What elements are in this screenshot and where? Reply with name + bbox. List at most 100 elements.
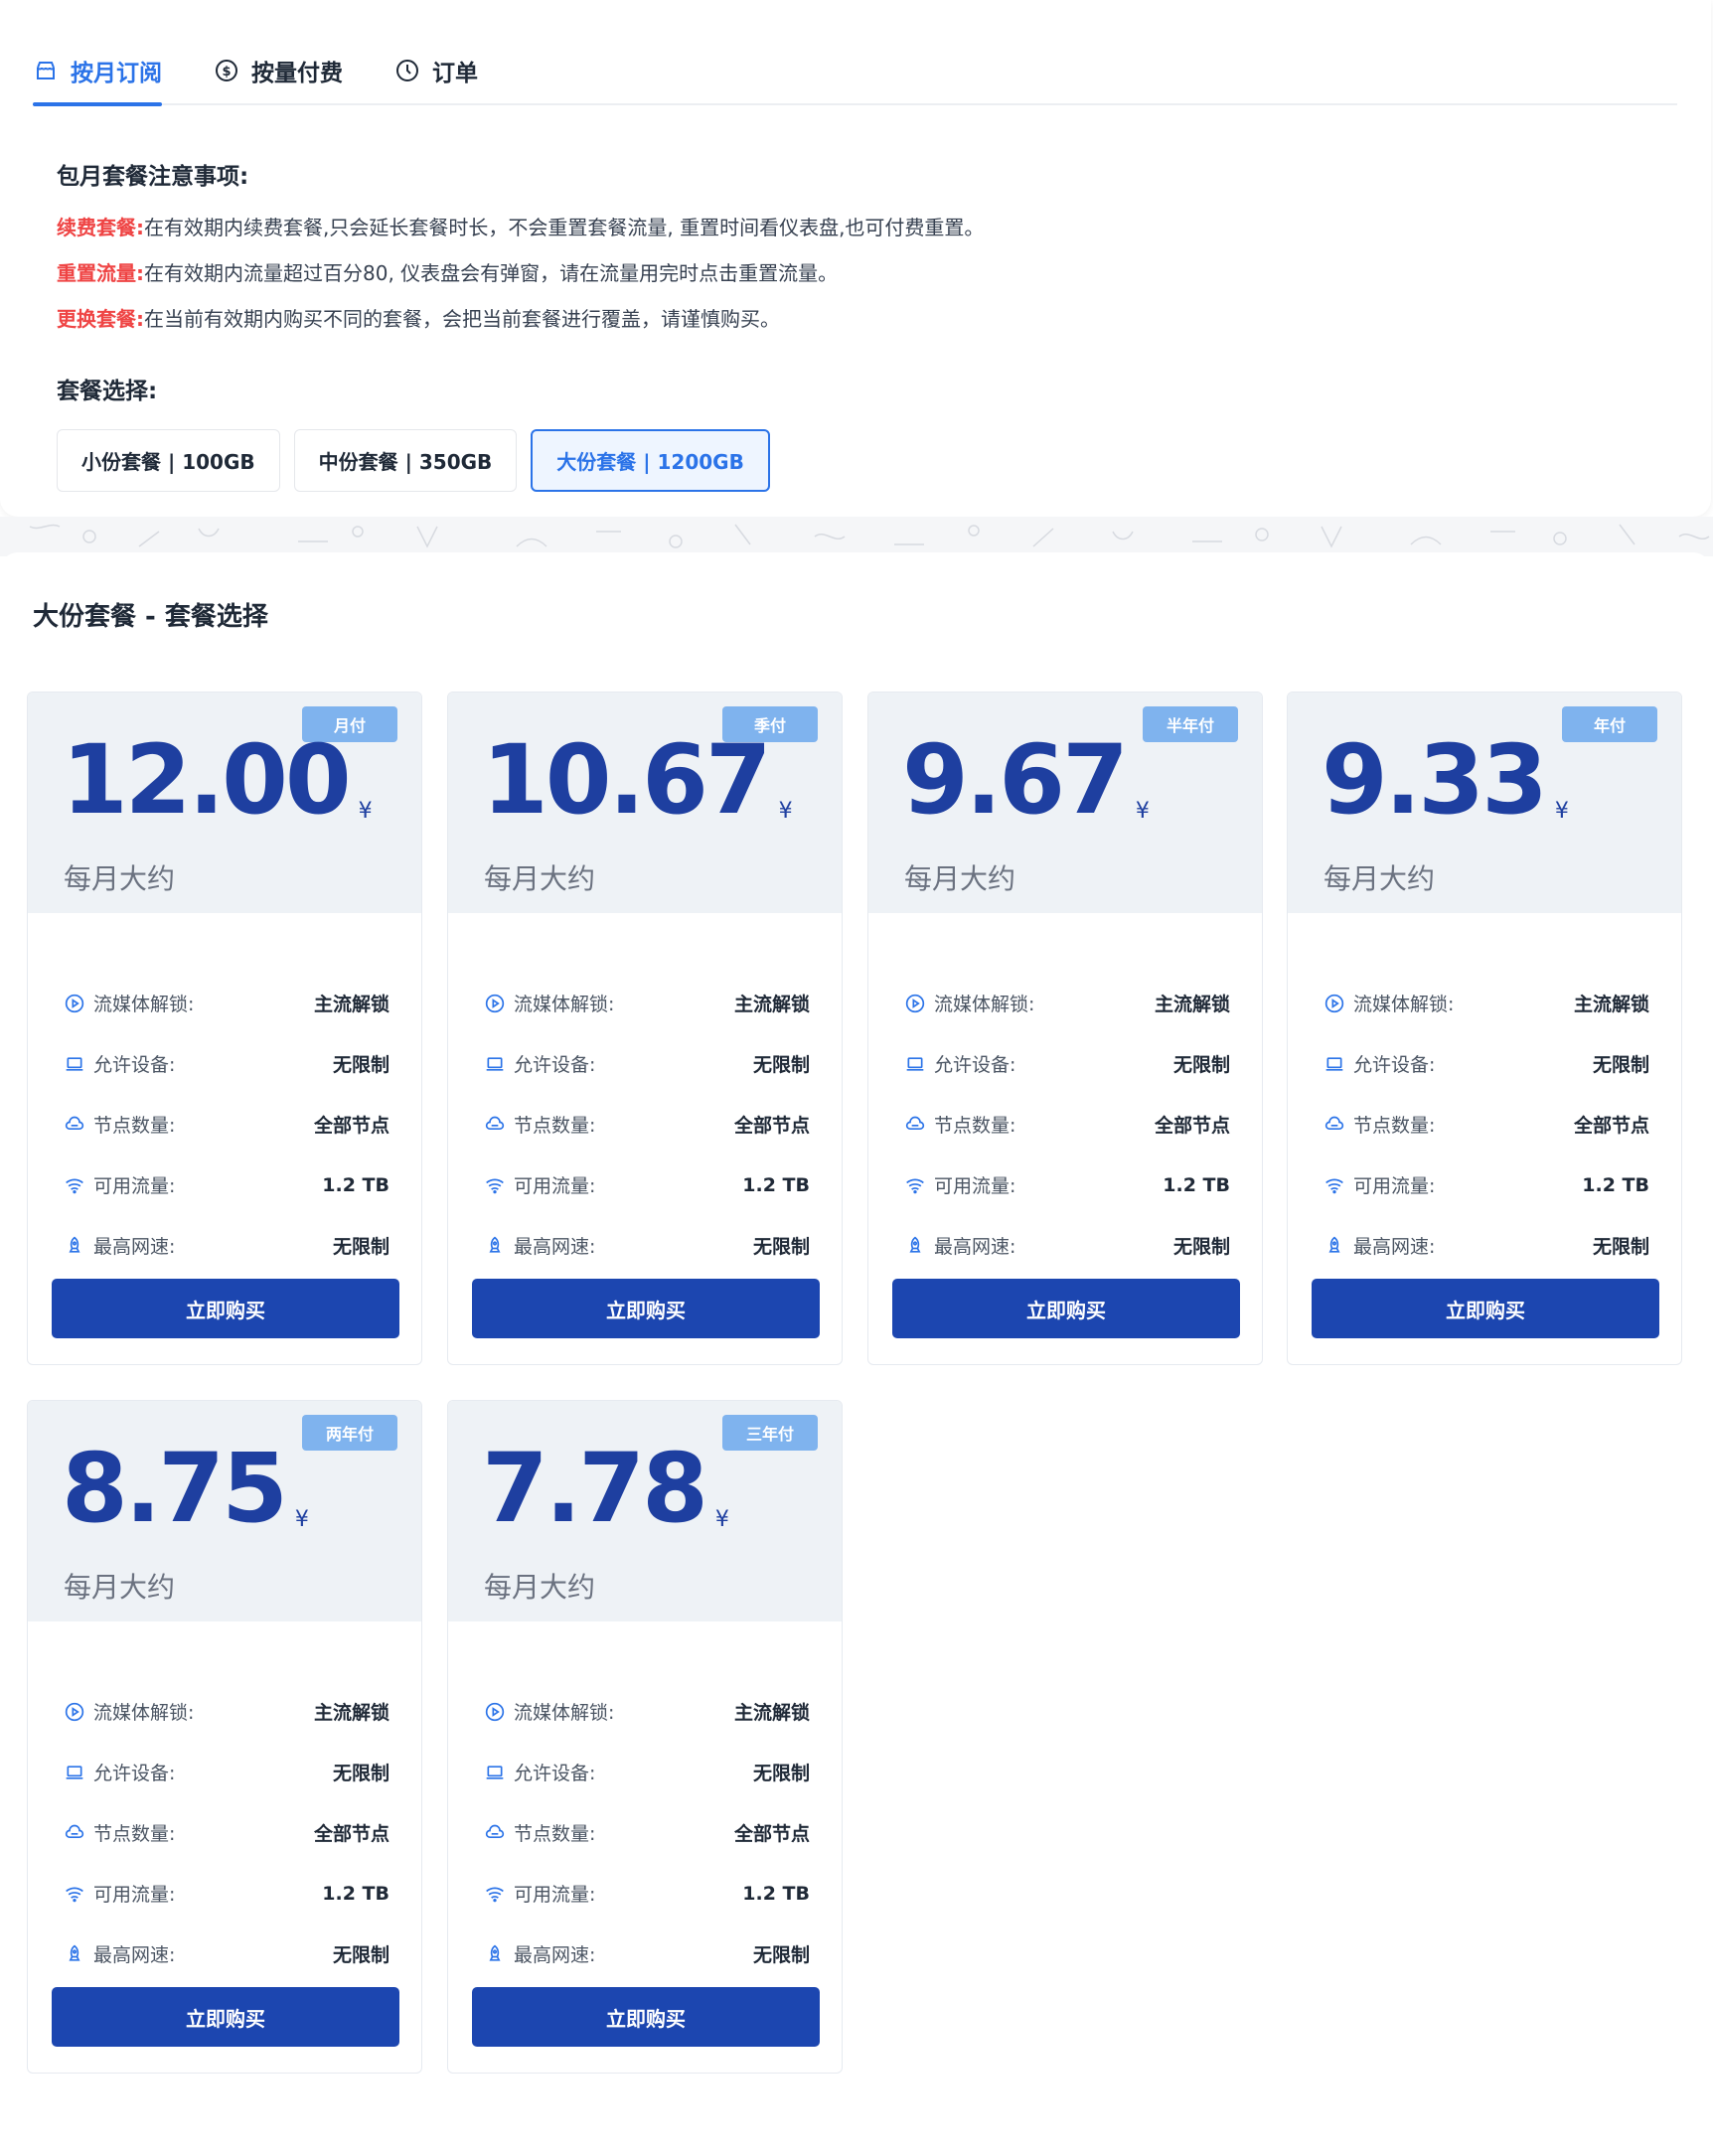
feature-value: 无限制 [752,1763,810,1784]
buy-now-button[interactable]: 立即购买 [1312,1279,1659,1338]
price-group: 7.78 ¥ [482,1441,729,1536]
buy-now-button[interactable]: 立即购买 [472,1987,820,2047]
feature-row-nodes: 节点数量: 全部节点 [904,1094,1230,1155]
package-options: 小份套餐 | 100GB 中份套餐 | 350GB 大份套餐 | 1200GB [57,429,784,492]
per-month-label: 每月大约 [484,1571,596,1604]
tab-label: 按量付费 [251,61,343,86]
wifi-icon [64,1883,85,1905]
buy-now-button[interactable]: 立即购买 [472,1279,820,1338]
currency-symbol: ¥ [1135,799,1150,824]
price-value: 8.75 [62,1433,288,1544]
plan-header: 两年付 8.75 ¥ 每月大约 [28,1401,421,1621]
play-circle-icon [1324,993,1345,1014]
feature-label-group: 节点数量: [484,1111,595,1138]
feature-label-group: 流媒体解锁: [904,990,1034,1016]
feature-label: 可用流量: [514,1884,596,1906]
feature-label: 节点数量: [93,1115,176,1137]
buy-now-button[interactable]: 立即购买 [52,1279,399,1338]
plans-panel: 大份套餐 - 套餐选择 月付 12.00 ¥ 每月大约 流媒体解锁: 主流解锁 [0,552,1711,2156]
laptop-icon [484,1053,506,1075]
price-group: 12.00 ¥ [62,732,373,828]
feature-label-group: 可用流量: [484,1171,595,1198]
feature-label-group: 节点数量: [484,1819,595,1846]
tab-pay-as-you-go[interactable]: $ 按量付费 [214,38,343,103]
feature-label-group: 最高网速: [484,1940,595,1967]
feature-label: 最高网速: [93,1944,176,1966]
feature-value: 无限制 [1172,1054,1230,1076]
plan-card: 半年付 9.67 ¥ 每月大约 流媒体解锁: 主流解锁 允许设备: 无限制 节点… [867,692,1263,1365]
package-medium-button[interactable]: 中份套餐 | 350GB [293,429,518,492]
feature-label: 允许设备: [514,1054,596,1076]
feature-list: 流媒体解锁: 主流解锁 允许设备: 无限制 节点数量: 全部节点 可用流量: 1… [64,973,389,1276]
feature-label: 节点数量: [514,1115,596,1137]
feature-row-traffic: 可用流量: 1.2 TB [904,1155,1230,1215]
feature-label-group: 节点数量: [904,1111,1015,1138]
feature-value: 无限制 [332,1763,389,1784]
feature-label: 节点数量: [514,1823,596,1845]
cloud-icon [904,1114,926,1136]
feature-row-devices: 允许设备: 无限制 [64,1742,389,1802]
feature-row-traffic: 可用流量: 1.2 TB [64,1155,389,1215]
feature-value: 无限制 [1172,1236,1230,1258]
wifi-icon [64,1174,85,1196]
feature-label-group: 最高网速: [64,1232,175,1259]
rocket-icon [484,1235,506,1257]
feature-label-group: 最高网速: [64,1940,175,1967]
price-group: 9.67 ¥ [902,732,1150,828]
feature-row-streaming: 流媒体解锁: 主流解锁 [64,973,389,1033]
feature-label: 最高网速: [514,1236,596,1258]
buy-now-button[interactable]: 立即购买 [892,1279,1240,1338]
price-group: 8.75 ¥ [62,1441,309,1536]
tab-orders[interactable]: 订单 [394,38,478,103]
feature-label: 流媒体解锁: [514,994,615,1015]
feature-row-traffic: 可用流量: 1.2 TB [64,1863,389,1924]
plan-header: 三年付 7.78 ¥ 每月大约 [448,1401,842,1621]
package-large-button[interactable]: 大份套餐 | 1200GB [531,429,770,492]
feature-label: 最高网速: [934,1236,1016,1258]
plan-header: 月付 12.00 ¥ 每月大约 [28,693,421,913]
cloud-icon [1324,1114,1345,1136]
feature-value: 1.2 TB [742,1173,810,1196]
feature-label-group: 节点数量: [1324,1111,1435,1138]
tab-monthly[interactable]: 按月订阅 [33,38,162,106]
feature-row-traffic: 可用流量: 1.2 TB [1324,1155,1649,1215]
package-small-button[interactable]: 小份套餐 | 100GB [57,429,280,492]
currency-symbol: ¥ [358,799,373,824]
feature-value: 1.2 TB [322,1173,389,1196]
decorative-background [0,517,1713,556]
tab-label: 按月订阅 [71,61,162,86]
feature-label: 允许设备: [934,1054,1016,1076]
billing-period-badge: 两年付 [302,1415,397,1451]
play-circle-icon [64,1701,85,1723]
notice-change: 更换套餐:在当前有效期内购买不同的套餐，会把当前套餐进行覆盖，请谨慎购买。 [57,303,780,332]
notice-reset: 重置流量:在有效期内流量超过百分80, 仪表盘会有弹窗，请在流量用完时点击重置流… [57,257,838,286]
price-group: 10.67 ¥ [482,732,793,828]
feature-label-group: 流媒体解锁: [64,990,194,1016]
per-month-label: 每月大约 [1324,862,1436,895]
notice-text: 在有效期内续费套餐,只会延长套餐时长，不会重置套餐流量, 重置时间看仪表盘,也可… [144,216,985,239]
feature-row-speed: 最高网速: 无限制 [64,1924,389,1984]
laptop-icon [904,1053,926,1075]
cloud-icon [484,1822,506,1844]
dollar-icon: $ [214,58,239,83]
wifi-icon [1324,1174,1345,1196]
feature-label-group: 节点数量: [64,1111,175,1138]
currency-symbol: ¥ [778,799,793,824]
price-value: 9.67 [902,724,1129,836]
billing-period-badge: 三年付 [722,1415,818,1451]
feature-label-group: 可用流量: [1324,1171,1435,1198]
feature-row-devices: 允许设备: 无限制 [484,1742,810,1802]
cloud-icon [484,1114,506,1136]
billing-period-badge: 半年付 [1143,706,1238,742]
plan-card: 三年付 7.78 ¥ 每月大约 流媒体解锁: 主流解锁 允许设备: 无限制 节点… [447,1400,843,2074]
rocket-icon [64,1235,85,1257]
notice-key: 更换套餐: [57,307,144,331]
rocket-icon [484,1943,506,1965]
cloud-icon [64,1822,85,1844]
feature-row-speed: 最高网速: 无限制 [1324,1215,1649,1276]
feature-label-group: 流媒体解锁: [484,990,614,1016]
subscription-card: 按月订阅 $ 按量付费 订单 包月套餐注意事项: 续费套餐:在有效期内续费套餐,… [0,0,1711,517]
feature-row-nodes: 节点数量: 全部节点 [64,1094,389,1155]
buy-now-button[interactable]: 立即购买 [52,1987,399,2047]
feature-label: 允许设备: [93,1763,176,1784]
